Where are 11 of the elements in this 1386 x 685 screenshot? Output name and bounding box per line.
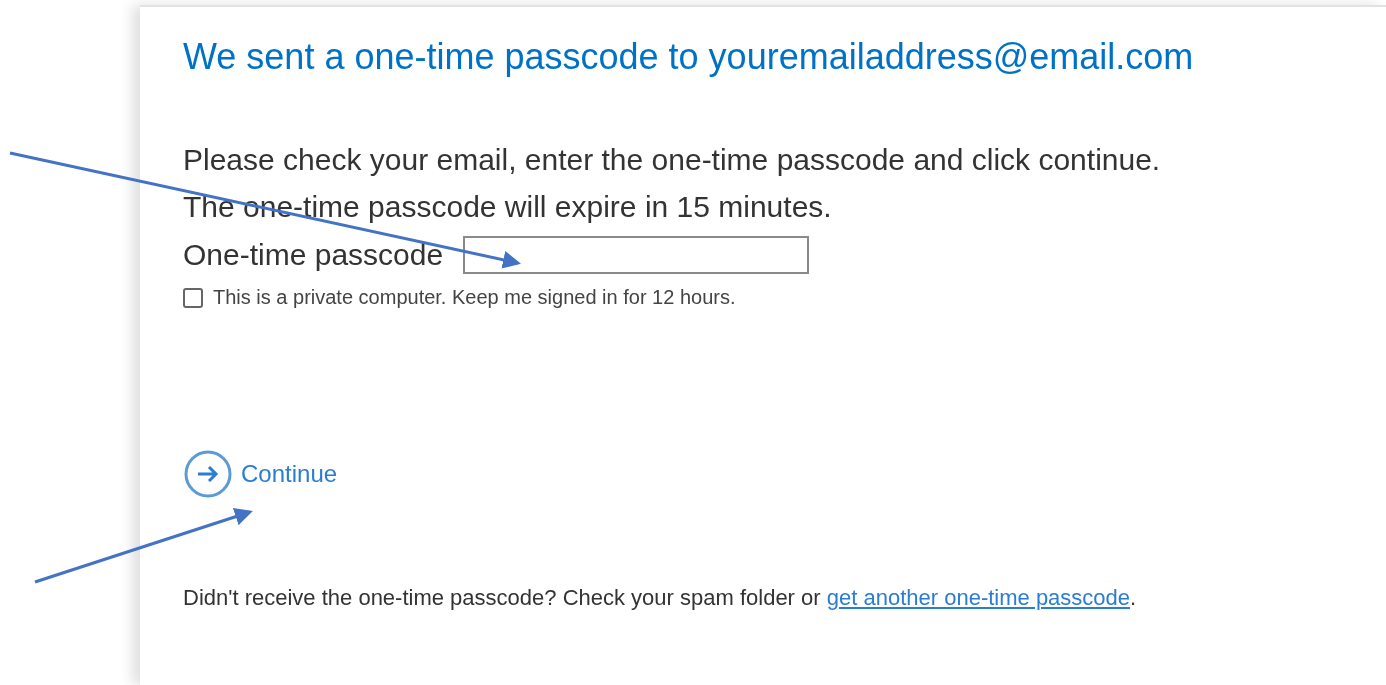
- instruction-text: The one-time passcode will expire in 15 minutes.: [183, 189, 833, 225]
- heading: We sent a one-time passcode to youremailaddress@email.com: [183, 35, 1195, 79]
- checkbox-label: This is a private computer. Keep me signed in for 12 hours.: [213, 286, 736, 309]
- field-label: One-time passcode: [183, 238, 444, 272]
- passcode-field[interactable]: [463, 236, 810, 274]
- instruction-text: Please check your email, enter the one-time passcode and click continue.: [183, 142, 1162, 178]
- continue-button[interactable]: Continue: [183, 449, 338, 499]
- arrow-circle-icon: [183, 449, 233, 499]
- resend-link[interactable]: get another one-time passcode: [826, 585, 1131, 610]
- help-text: Didn't receive the one-time passcode? Check your spam folder or get another one-time passcode.: [183, 584, 1138, 612]
- checkbox[interactable]: [183, 287, 203, 308]
